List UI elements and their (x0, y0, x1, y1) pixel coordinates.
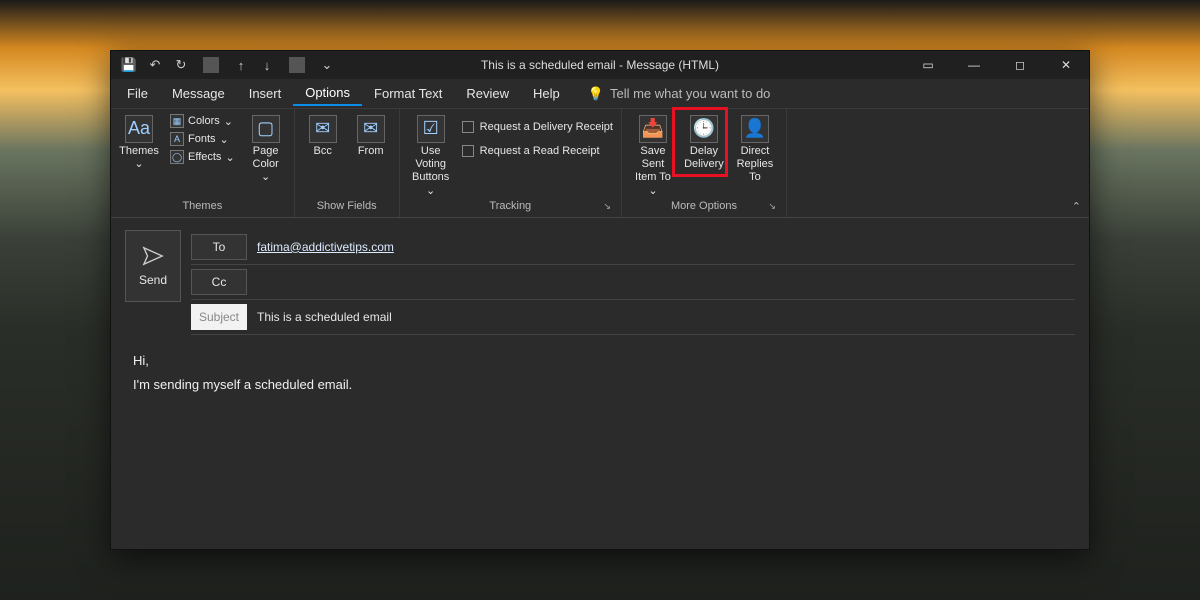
delivery-receipt-label: Request a Delivery Receipt (480, 121, 613, 133)
tab-insert[interactable]: Insert (237, 82, 294, 105)
delay-delivery-button[interactable]: 🕒 Delay Delivery (684, 113, 724, 171)
collapse-ribbon-icon[interactable]: ⌃ (1072, 200, 1081, 213)
fonts-icon: A (170, 132, 184, 146)
chevron-down-icon: ⌄ (261, 171, 270, 184)
tell-me-search[interactable]: 💡 Tell me what you want to do (588, 86, 771, 102)
undo-icon[interactable]: ↶ (147, 57, 163, 73)
page-color-button[interactable]: ▢ Page Color ⌄ (246, 113, 286, 185)
delay-delivery-icon: 🕒 (690, 115, 718, 143)
save-icon[interactable]: 💾 (121, 57, 137, 73)
subject-field[interactable]: This is a scheduled email (257, 308, 1075, 326)
colors-label: Colors (188, 115, 220, 127)
ribbon-tabs: File Message Insert Options Format Text … (111, 79, 1089, 109)
fonts-button[interactable]: AFonts ⌄ (167, 131, 238, 147)
page-color-icon: ▢ (252, 115, 280, 143)
page-color-label: Page Color (246, 145, 286, 171)
voting-label: Use Voting Buttons (408, 145, 454, 185)
maximize-button[interactable]: ◻ (997, 51, 1043, 79)
subject-row: Subject This is a scheduled email (191, 300, 1075, 335)
tab-review[interactable]: Review (454, 82, 521, 105)
cc-button[interactable]: Cc (191, 269, 247, 295)
delay-delivery-label: Delay Delivery (684, 145, 724, 171)
tab-options[interactable]: Options (293, 81, 362, 106)
colors-icon: ▦ (170, 114, 184, 128)
group-more-options: 📥 Save Sent Item To ⌄ 🕒 Delay Delivery 👤… (622, 109, 787, 217)
quick-access-toolbar: 💾 ↶ ↻ ↑ ↓ ⌄ (111, 57, 345, 73)
effects-label: Effects (188, 151, 221, 163)
tab-format-text[interactable]: Format Text (362, 82, 454, 105)
group-themes: Aa Themes ⌄ ▦Colors ⌄ AFonts ⌄ ◯Effects … (111, 109, 295, 217)
tracking-dialog-launcher-icon[interactable]: ↘ (603, 201, 611, 212)
ribbon-options: Aa Themes ⌄ ▦Colors ⌄ AFonts ⌄ ◯Effects … (111, 109, 1089, 218)
tab-help[interactable]: Help (521, 82, 572, 105)
save-sent-item-to-button[interactable]: 📥 Save Sent Item To ⌄ (630, 113, 676, 198)
from-button[interactable]: ✉ From (351, 113, 391, 158)
lightbulb-icon: 💡 (588, 86, 604, 102)
voting-buttons[interactable]: ☑ Use Voting Buttons ⌄ (408, 113, 454, 198)
group-label-show-fields: Show Fields (303, 198, 391, 215)
themes-button[interactable]: Aa Themes ⌄ (119, 113, 159, 171)
group-tracking: ☑ Use Voting Buttons ⌄ Request a Deliver… (400, 109, 622, 217)
save-sent-icon: 📥 (639, 115, 667, 143)
cc-field[interactable] (257, 280, 1075, 284)
group-label-more-options: More Options ↘ (630, 198, 778, 215)
send-icon (142, 245, 164, 267)
themes-icon: Aa (125, 115, 153, 143)
from-label: From (358, 145, 384, 158)
chevron-down-icon: ⌄ (134, 158, 143, 171)
save-sent-label: Save Sent Item To (630, 145, 676, 185)
effects-icon: ◯ (170, 150, 184, 164)
tab-message[interactable]: Message (160, 82, 237, 105)
to-row: To fatima@addictivetips.com (191, 230, 1075, 265)
title-bar: 💾 ↶ ↻ ↑ ↓ ⌄ This is a scheduled email - … (111, 51, 1089, 79)
cc-row: Cc (191, 265, 1075, 300)
window-controls: ▭ — ◻ ✕ (905, 51, 1089, 79)
themes-label: Themes (119, 145, 159, 158)
qat-separator (289, 57, 305, 73)
from-icon: ✉ (357, 115, 385, 143)
checkbox-icon (462, 145, 474, 157)
bcc-label: Bcc (313, 145, 331, 158)
more-options-dialog-launcher-icon[interactable]: ↘ (768, 201, 776, 212)
subject-label: Subject (191, 304, 247, 330)
tell-me-placeholder: Tell me what you want to do (610, 86, 770, 101)
close-button[interactable]: ✕ (1043, 51, 1089, 79)
group-label-tracking: Tracking ↘ (408, 198, 613, 215)
group-show-fields: ✉ Bcc ✉ From Show Fields (295, 109, 400, 217)
colors-button[interactable]: ▦Colors ⌄ (167, 113, 238, 129)
qat-customize-icon[interactable]: ⌄ (319, 57, 335, 73)
checkbox-icon (462, 121, 474, 133)
direct-replies-label: Direct Replies To (732, 145, 778, 185)
redo-icon[interactable]: ↻ (173, 57, 189, 73)
direct-replies-icon: 👤 (741, 115, 769, 143)
read-receipt-checkbox[interactable]: Request a Read Receipt (462, 143, 613, 159)
delivery-receipt-checkbox[interactable]: Request a Delivery Receipt (462, 119, 613, 135)
minimize-button[interactable]: — (951, 51, 997, 79)
voting-icon: ☑ (417, 115, 445, 143)
ribbon-display-icon[interactable]: ▭ (905, 51, 951, 79)
prev-item-icon[interactable]: ↑ (233, 57, 249, 73)
chevron-down-icon: ⌄ (648, 185, 657, 198)
direct-replies-to-button[interactable]: 👤 Direct Replies To (732, 113, 778, 185)
compose-pane: Send To fatima@addictivetips.com Cc Subj… (111, 218, 1089, 549)
to-button[interactable]: To (191, 234, 247, 260)
next-item-icon[interactable]: ↓ (259, 57, 275, 73)
read-receipt-label: Request a Read Receipt (480, 145, 600, 157)
group-label-themes: Themes (119, 198, 286, 215)
qat-separator (203, 57, 219, 73)
outlook-compose-window: 💾 ↶ ↻ ↑ ↓ ⌄ This is a scheduled email - … (110, 50, 1090, 550)
bcc-icon: ✉ (309, 115, 337, 143)
body-line: Hi, (133, 349, 1067, 374)
tab-file[interactable]: File (115, 82, 160, 105)
message-body[interactable]: Hi, I'm sending myself a scheduled email… (125, 335, 1075, 539)
send-label: Send (139, 273, 167, 287)
effects-button[interactable]: ◯Effects ⌄ (167, 149, 238, 165)
message-header: Send To fatima@addictivetips.com Cc Subj… (125, 230, 1075, 335)
body-line: I'm sending myself a scheduled email. (133, 373, 1067, 398)
to-field[interactable]: fatima@addictivetips.com (257, 238, 1075, 256)
fonts-label: Fonts (188, 133, 216, 145)
send-button[interactable]: Send (125, 230, 181, 302)
chevron-down-icon: ⌄ (426, 185, 435, 198)
bcc-button[interactable]: ✉ Bcc (303, 113, 343, 158)
